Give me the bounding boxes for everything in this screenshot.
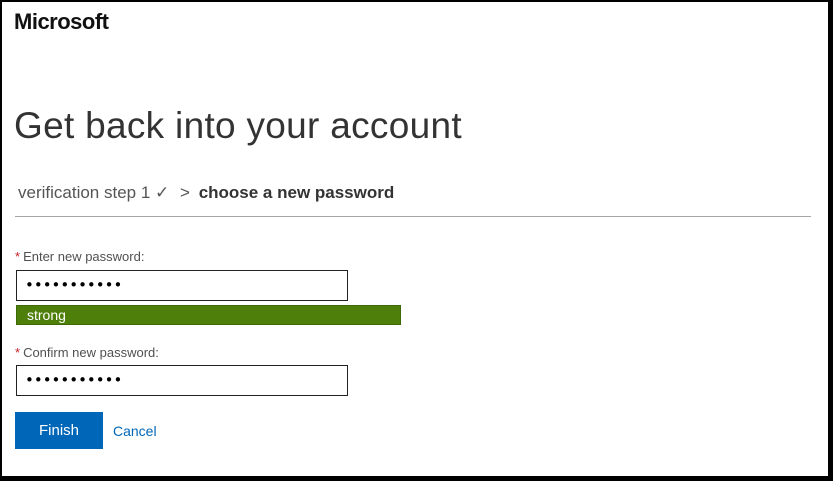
password-strength-bar: strong [16,305,401,325]
required-marker: * [15,249,21,264]
confirm-password-label-text: Confirm new password: [23,345,159,360]
header-divider [15,216,811,217]
step-separator: > [180,183,190,202]
microsoft-logo: Microsoft [14,9,109,34]
confirm-password-input[interactable]: ••••••••••• [16,365,348,396]
checkmark-icon: ✓ [155,183,170,202]
new-password-input[interactable]: ••••••••••• [16,270,348,301]
page-frame: Microsoft Get back into your account ver… [0,0,833,481]
page-title: Get back into your account [14,105,462,146]
current-step-label: choose a new password [198,183,395,202]
required-marker: * [15,345,21,360]
password-strength-label: strong [27,307,66,323]
step-breadcrumb: verification step 1 ✓ > choose a new pas… [18,183,394,203]
confirm-password-value: ••••••••••• [25,371,123,389]
cancel-link[interactable]: Cancel [113,423,157,439]
completed-step-label: verification step 1 [18,183,151,202]
confirm-password-label: * Confirm new password: [15,345,159,360]
new-password-label-text: Enter new password: [23,249,145,264]
finish-button[interactable]: Finish [15,412,103,449]
new-password-value: ••••••••••• [25,276,123,294]
new-password-label: * Enter new password: [15,249,144,264]
